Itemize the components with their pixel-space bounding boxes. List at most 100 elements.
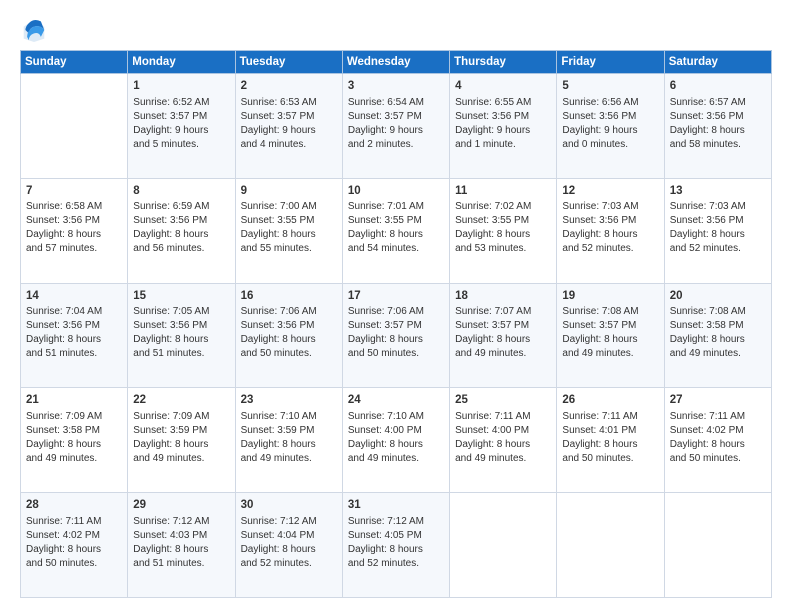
cell-content: Sunrise: 6:52 AM Sunset: 3:57 PM Dayligh… xyxy=(133,96,229,152)
calendar-cell: 12Sunrise: 7:03 AM Sunset: 3:56 PM Dayli… xyxy=(557,178,664,283)
calendar-cell: 7Sunrise: 6:58 AM Sunset: 3:56 PM Daylig… xyxy=(21,178,128,283)
logo xyxy=(20,18,52,42)
day-number: 14 xyxy=(26,288,122,305)
calendar-cell: 6Sunrise: 6:57 AM Sunset: 3:56 PM Daylig… xyxy=(664,74,771,179)
week-row-5: 28Sunrise: 7:11 AM Sunset: 4:02 PM Dayli… xyxy=(21,493,772,598)
day-number: 27 xyxy=(670,392,766,409)
day-number: 24 xyxy=(348,392,444,409)
calendar-cell: 26Sunrise: 7:11 AM Sunset: 4:01 PM Dayli… xyxy=(557,388,664,493)
day-header-monday: Monday xyxy=(128,51,235,74)
cell-content: Sunrise: 7:06 AM Sunset: 3:57 PM Dayligh… xyxy=(348,305,444,361)
cell-content: Sunrise: 7:10 AM Sunset: 4:00 PM Dayligh… xyxy=(348,410,444,466)
day-number: 28 xyxy=(26,497,122,514)
calendar-cell: 28Sunrise: 7:11 AM Sunset: 4:02 PM Dayli… xyxy=(21,493,128,598)
calendar-cell: 27Sunrise: 7:11 AM Sunset: 4:02 PM Dayli… xyxy=(664,388,771,493)
calendar-cell xyxy=(664,493,771,598)
cell-content: Sunrise: 6:58 AM Sunset: 3:56 PM Dayligh… xyxy=(26,200,122,256)
day-number: 5 xyxy=(562,78,658,95)
day-number: 25 xyxy=(455,392,551,409)
calendar-cell: 16Sunrise: 7:06 AM Sunset: 3:56 PM Dayli… xyxy=(235,283,342,388)
cell-content: Sunrise: 7:03 AM Sunset: 3:56 PM Dayligh… xyxy=(562,200,658,256)
cell-content: Sunrise: 7:01 AM Sunset: 3:55 PM Dayligh… xyxy=(348,200,444,256)
cell-content: Sunrise: 7:06 AM Sunset: 3:56 PM Dayligh… xyxy=(241,305,337,361)
cell-content: Sunrise: 7:09 AM Sunset: 3:59 PM Dayligh… xyxy=(133,410,229,466)
calendar-cell: 20Sunrise: 7:08 AM Sunset: 3:58 PM Dayli… xyxy=(664,283,771,388)
cell-content: Sunrise: 7:08 AM Sunset: 3:58 PM Dayligh… xyxy=(670,305,766,361)
calendar-cell xyxy=(21,74,128,179)
calendar-cell: 5Sunrise: 6:56 AM Sunset: 3:56 PM Daylig… xyxy=(557,74,664,179)
day-number: 31 xyxy=(348,497,444,514)
day-number: 13 xyxy=(670,183,766,200)
cell-content: Sunrise: 7:05 AM Sunset: 3:56 PM Dayligh… xyxy=(133,305,229,361)
week-row-2: 7Sunrise: 6:58 AM Sunset: 3:56 PM Daylig… xyxy=(21,178,772,283)
cell-content: Sunrise: 7:10 AM Sunset: 3:59 PM Dayligh… xyxy=(241,410,337,466)
cell-content: Sunrise: 7:02 AM Sunset: 3:55 PM Dayligh… xyxy=(455,200,551,256)
cell-content: Sunrise: 7:12 AM Sunset: 4:03 PM Dayligh… xyxy=(133,515,229,571)
day-number: 22 xyxy=(133,392,229,409)
day-number: 8 xyxy=(133,183,229,200)
header xyxy=(20,18,772,42)
day-number: 15 xyxy=(133,288,229,305)
day-number: 23 xyxy=(241,392,337,409)
day-number: 4 xyxy=(455,78,551,95)
calendar-cell: 10Sunrise: 7:01 AM Sunset: 3:55 PM Dayli… xyxy=(342,178,449,283)
calendar-cell: 13Sunrise: 7:03 AM Sunset: 3:56 PM Dayli… xyxy=(664,178,771,283)
cell-content: Sunrise: 7:09 AM Sunset: 3:58 PM Dayligh… xyxy=(26,410,122,466)
cell-content: Sunrise: 6:53 AM Sunset: 3:57 PM Dayligh… xyxy=(241,96,337,152)
day-header-sunday: Sunday xyxy=(21,51,128,74)
day-number: 20 xyxy=(670,288,766,305)
cell-content: Sunrise: 7:08 AM Sunset: 3:57 PM Dayligh… xyxy=(562,305,658,361)
day-number: 11 xyxy=(455,183,551,200)
calendar-cell: 23Sunrise: 7:10 AM Sunset: 3:59 PM Dayli… xyxy=(235,388,342,493)
calendar-header-row: SundayMondayTuesdayWednesdayThursdayFrid… xyxy=(21,51,772,74)
calendar-cell: 18Sunrise: 7:07 AM Sunset: 3:57 PM Dayli… xyxy=(450,283,557,388)
cell-content: Sunrise: 7:07 AM Sunset: 3:57 PM Dayligh… xyxy=(455,305,551,361)
page: SundayMondayTuesdayWednesdayThursdayFrid… xyxy=(0,0,792,612)
day-number: 19 xyxy=(562,288,658,305)
calendar-table: SundayMondayTuesdayWednesdayThursdayFrid… xyxy=(20,50,772,598)
calendar-cell: 1Sunrise: 6:52 AM Sunset: 3:57 PM Daylig… xyxy=(128,74,235,179)
calendar-cell: 4Sunrise: 6:55 AM Sunset: 3:56 PM Daylig… xyxy=(450,74,557,179)
day-header-thursday: Thursday xyxy=(450,51,557,74)
day-number: 6 xyxy=(670,78,766,95)
cell-content: Sunrise: 7:12 AM Sunset: 4:05 PM Dayligh… xyxy=(348,515,444,571)
calendar-cell: 19Sunrise: 7:08 AM Sunset: 3:57 PM Dayli… xyxy=(557,283,664,388)
calendar-cell: 14Sunrise: 7:04 AM Sunset: 3:56 PM Dayli… xyxy=(21,283,128,388)
day-number: 16 xyxy=(241,288,337,305)
cell-content: Sunrise: 7:00 AM Sunset: 3:55 PM Dayligh… xyxy=(241,200,337,256)
day-number: 12 xyxy=(562,183,658,200)
calendar-cell: 22Sunrise: 7:09 AM Sunset: 3:59 PM Dayli… xyxy=(128,388,235,493)
day-number: 29 xyxy=(133,497,229,514)
cell-content: Sunrise: 7:03 AM Sunset: 3:56 PM Dayligh… xyxy=(670,200,766,256)
calendar-body: 1Sunrise: 6:52 AM Sunset: 3:57 PM Daylig… xyxy=(21,74,772,598)
week-row-1: 1Sunrise: 6:52 AM Sunset: 3:57 PM Daylig… xyxy=(21,74,772,179)
calendar-cell: 31Sunrise: 7:12 AM Sunset: 4:05 PM Dayli… xyxy=(342,493,449,598)
day-header-saturday: Saturday xyxy=(664,51,771,74)
calendar-cell: 17Sunrise: 7:06 AM Sunset: 3:57 PM Dayli… xyxy=(342,283,449,388)
cell-content: Sunrise: 7:11 AM Sunset: 4:01 PM Dayligh… xyxy=(562,410,658,466)
cell-content: Sunrise: 7:11 AM Sunset: 4:00 PM Dayligh… xyxy=(455,410,551,466)
cell-content: Sunrise: 7:11 AM Sunset: 4:02 PM Dayligh… xyxy=(670,410,766,466)
day-header-tuesday: Tuesday xyxy=(235,51,342,74)
day-number: 18 xyxy=(455,288,551,305)
calendar-cell: 3Sunrise: 6:54 AM Sunset: 3:57 PM Daylig… xyxy=(342,74,449,179)
logo-icon xyxy=(20,18,48,42)
day-header-wednesday: Wednesday xyxy=(342,51,449,74)
calendar-cell xyxy=(450,493,557,598)
day-number: 17 xyxy=(348,288,444,305)
day-number: 21 xyxy=(26,392,122,409)
calendar-cell: 11Sunrise: 7:02 AM Sunset: 3:55 PM Dayli… xyxy=(450,178,557,283)
calendar-cell xyxy=(557,493,664,598)
cell-content: Sunrise: 7:11 AM Sunset: 4:02 PM Dayligh… xyxy=(26,515,122,571)
calendar-cell: 24Sunrise: 7:10 AM Sunset: 4:00 PM Dayli… xyxy=(342,388,449,493)
day-number: 9 xyxy=(241,183,337,200)
cell-content: Sunrise: 6:55 AM Sunset: 3:56 PM Dayligh… xyxy=(455,96,551,152)
day-number: 2 xyxy=(241,78,337,95)
day-number: 10 xyxy=(348,183,444,200)
calendar-cell: 25Sunrise: 7:11 AM Sunset: 4:00 PM Dayli… xyxy=(450,388,557,493)
calendar-cell: 21Sunrise: 7:09 AM Sunset: 3:58 PM Dayli… xyxy=(21,388,128,493)
calendar-cell: 9Sunrise: 7:00 AM Sunset: 3:55 PM Daylig… xyxy=(235,178,342,283)
week-row-4: 21Sunrise: 7:09 AM Sunset: 3:58 PM Dayli… xyxy=(21,388,772,493)
cell-content: Sunrise: 6:57 AM Sunset: 3:56 PM Dayligh… xyxy=(670,96,766,152)
day-number: 3 xyxy=(348,78,444,95)
